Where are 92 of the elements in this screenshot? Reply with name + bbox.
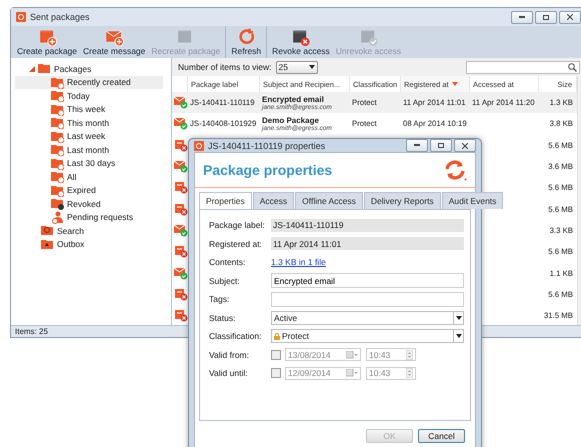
folder-clock-icon (51, 143, 64, 156)
items-dropdown[interactable]: 25 (276, 60, 318, 74)
maximize-button[interactable] (535, 10, 557, 24)
dialog-button[interactable]: Cancel (418, 429, 465, 443)
tree-item[interactable]: Last month (15, 143, 163, 156)
minimize-button[interactable] (406, 139, 428, 152)
folder-clock-icon (51, 130, 64, 143)
person-icon (51, 210, 64, 224)
folder-clock-icon (51, 89, 64, 102)
tree-item[interactable]: Revoked (15, 197, 163, 210)
folder-clock-icon (51, 76, 64, 89)
toolbar-button[interactable]: Revoke access (269, 26, 333, 58)
tab[interactable]: Offline Access (295, 192, 363, 209)
tree-item[interactable]: This week (15, 102, 163, 116)
sort-arrow-icon (452, 82, 458, 86)
checkbox[interactable] (271, 350, 281, 360)
folder-clock-icon (51, 116, 64, 130)
folder-clock-icon (51, 170, 64, 184)
lock-icon (274, 332, 280, 340)
folder-clock-icon (51, 102, 64, 116)
dropdown-arrow-icon (308, 65, 315, 69)
expanded-caret-icon[interactable] (29, 66, 35, 72)
search-field[interactable] (466, 60, 580, 74)
field-label: Contents: (209, 257, 246, 268)
dropdown-arrow-icon (456, 334, 462, 338)
tab[interactable]: Access (252, 192, 294, 209)
tab[interactable]: Delivery Reports (364, 192, 441, 209)
tree-item[interactable]: All (15, 170, 163, 184)
time-field[interactable]: 10:43 (366, 366, 416, 380)
field-label: Valid until: (209, 368, 249, 378)
field-label: Valid from: (209, 350, 250, 360)
tree-item[interactable]: Today (15, 89, 163, 102)
toolbar-button[interactable]: Refresh (228, 26, 264, 58)
tree-item[interactable]: This month (15, 116, 163, 130)
field-label: Tags: (209, 294, 230, 304)
calendar-icon (346, 369, 358, 378)
readonly-field: JS-140411-110119 (271, 218, 464, 232)
close-button[interactable] (454, 139, 476, 152)
maximize-icon (543, 14, 549, 20)
toolbar-button[interactable]: Create package (14, 26, 80, 58)
calendar-icon (346, 350, 358, 359)
outbox-icon (41, 238, 54, 251)
text-field[interactable]: Encrypted email (271, 273, 464, 288)
folder-icon (38, 62, 51, 76)
tree-item[interactable]: Pending requests (15, 210, 163, 224)
dropdown-field[interactable]: Active (271, 310, 464, 325)
close-icon (462, 142, 468, 148)
checkbox[interactable] (271, 368, 281, 378)
window-title: Sent packages (30, 12, 91, 22)
field-label: Registered at: (209, 238, 263, 249)
maximize-icon (438, 143, 444, 148)
date-field[interactable]: 13/08/2014 (285, 348, 361, 362)
dialog-title: JS-140411-110119 properties (208, 140, 326, 150)
folder-clock-icon (51, 184, 64, 197)
contents-link[interactable]: 1.3 KB in 1 file (271, 257, 326, 268)
minimize-button[interactable] (511, 10, 533, 24)
dropdown-field[interactable]: Protect (271, 329, 464, 344)
tree-item[interactable]: Last 30 days (15, 156, 163, 170)
search-icon (41, 224, 54, 238)
spinner-icon (406, 350, 413, 360)
folder-x-icon (51, 197, 64, 210)
sync-arrows-icon (443, 159, 467, 181)
search-icon (568, 62, 577, 72)
folder-clock-icon (51, 156, 64, 170)
tree-item[interactable]: Outbox (15, 238, 163, 251)
field-label: Subject: (209, 276, 241, 286)
tab[interactable]: Properties (199, 192, 252, 209)
subject-text: Encrypted email (262, 94, 325, 104)
tree-item[interactable]: Packages (15, 62, 163, 76)
toolbar-button[interactable]: Create message (80, 26, 148, 58)
dropdown-arrow-icon (456, 316, 462, 320)
minimize-icon (414, 144, 420, 147)
time-field[interactable]: 10:43 (366, 348, 416, 362)
tree-item[interactable]: Recently created (15, 76, 163, 89)
field-label: Status: (209, 312, 236, 323)
date-field[interactable]: 12/09/2014 (285, 366, 361, 380)
text-field[interactable] (271, 292, 464, 307)
minimize-icon (519, 16, 525, 18)
tree-item[interactable]: Last week (15, 130, 163, 143)
close-icon (567, 14, 573, 20)
app-logo-icon (16, 12, 26, 22)
maximize-button[interactable] (430, 139, 452, 152)
tree-item[interactable]: Expired (15, 184, 163, 197)
dialog-heading: Package properties (203, 162, 332, 178)
items-label: Number of items to view: (178, 62, 272, 72)
tree-item[interactable]: Search (15, 224, 163, 238)
tab[interactable]: Audit Events (442, 192, 504, 209)
readonly-field: 11 Apr 2014 11:01 (271, 237, 464, 250)
close-button[interactable] (559, 10, 581, 24)
spinner-icon (406, 368, 413, 378)
field-label: Package label: (209, 220, 266, 230)
subject-text: Demo Package (262, 116, 320, 125)
